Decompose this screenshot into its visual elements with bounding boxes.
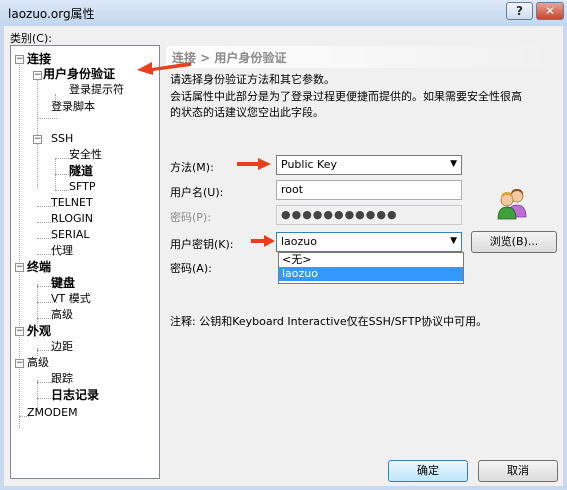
chevron-down-icon: ▼ <box>450 159 457 169</box>
collapse-icon[interactable]: − <box>33 135 42 144</box>
annotation-arrow-icon <box>237 158 271 170</box>
tree-item-connection[interactable]: 连接 <box>27 52 51 66</box>
tree-item-tunnel[interactable]: 隧道 <box>69 164 93 178</box>
browse-button[interactable]: 浏览(B)... <box>471 231 557 253</box>
tree-item-advanced[interactable]: 高级 <box>27 356 49 370</box>
tree-item-trace[interactable]: 跟踪 <box>51 372 73 386</box>
collapse-icon[interactable]: − <box>33 71 42 80</box>
tree-item-sftp[interactable]: SFTP <box>69 180 95 194</box>
tree-line <box>55 158 69 159</box>
collapse-icon[interactable]: − <box>15 263 24 272</box>
dialog-body: 类别(C): − − − − − − 连接 用户身份验证 登录提示符 登录脚本 … <box>4 26 563 486</box>
tree-line <box>37 118 57 119</box>
annotation-arrow-icon <box>137 62 191 75</box>
tree-item-serial[interactable]: SERIAL <box>51 228 89 242</box>
panel-description: 的状态的话建议您空出此字段。 <box>170 106 324 119</box>
window-title: laozuo.org属性 <box>8 7 95 21</box>
title-bar: laozuo.org属性 ? ✕ <box>0 0 567 26</box>
dropdown-option-laozuo[interactable]: laozuo <box>279 267 463 281</box>
tree-item-login-script[interactable]: 登录脚本 <box>51 100 95 114</box>
dropdown-option-none[interactable]: <无> <box>279 253 463 267</box>
collapse-icon[interactable]: − <box>15 55 24 64</box>
tree-item-telnet[interactable]: TELNET <box>51 196 93 210</box>
password-field[interactable]: ●●●●●●●●●●● <box>276 205 462 225</box>
panel-description: 会话属性中此部分是为了登录过程更便捷而提供的。如果需要安全性很高 <box>170 90 522 103</box>
tree-item-proxy[interactable]: 代理 <box>51 244 73 258</box>
tree-line <box>37 79 38 187</box>
tree-line <box>37 284 38 328</box>
collapse-icon[interactable]: − <box>15 359 24 368</box>
tree-item-logging[interactable]: 日志记录 <box>51 388 99 402</box>
panel-description: 请选择身份验证方法和其它参数。 <box>170 73 335 86</box>
tree-item-zmodem[interactable]: ZMODEM <box>27 406 78 420</box>
username-field[interactable]: root <box>276 180 462 200</box>
password-label: 密码(P): <box>170 211 211 224</box>
userkey-select[interactable]: laozuo ▼ <box>276 232 462 252</box>
tree-line <box>19 60 20 428</box>
tree-item-margins[interactable]: 边距 <box>51 340 73 354</box>
tree-item-login-prompts[interactable]: 登录提示符 <box>69 83 124 97</box>
help-icon: ? <box>516 4 523 18</box>
help-button[interactable]: ? <box>506 2 533 20</box>
userkey-dropdown[interactable]: <无> laozuo <box>278 252 464 284</box>
breadcrumb: 连接 > 用户身份验证 <box>166 46 558 68</box>
ok-button[interactable]: 确定 <box>388 460 468 482</box>
method-label: 方法(M): <box>170 161 214 174</box>
userkey-label: 用户密钥(K): <box>170 238 234 251</box>
cancel-button[interactable]: 取消 <box>478 460 558 482</box>
tree-item-appearance[interactable]: 外观 <box>27 324 51 338</box>
note-text: 注释: 公钥和Keyboard Interactive仅在SSH/SFTP协议中… <box>170 315 488 328</box>
tree-item-vt-mode[interactable]: VT 模式 <box>51 292 91 306</box>
close-button[interactable]: ✕ <box>536 2 564 20</box>
tree-line <box>55 190 69 191</box>
tree-item-keyboard[interactable]: 键盘 <box>51 276 75 290</box>
method-value: Public Key <box>281 158 337 171</box>
passphrase-label: 密码(A): <box>170 262 212 275</box>
annotation-arrow-icon <box>251 235 275 247</box>
tree-item-terminal-advanced[interactable]: 高级 <box>51 308 73 322</box>
category-tree[interactable]: − − − − − − 连接 用户身份验证 登录提示符 登录脚本 SSH 安全性… <box>10 45 160 479</box>
tree-item-rlogin[interactable]: RLOGIN <box>51 212 93 226</box>
chevron-down-icon: ▼ <box>450 236 457 246</box>
tree-line <box>55 174 69 175</box>
username-label: 用户名(U): <box>170 186 224 199</box>
tree-item-ssh[interactable]: SSH <box>51 132 73 146</box>
tree-item-terminal[interactable]: 终端 <box>27 260 51 274</box>
method-select[interactable]: Public Key ▼ <box>276 155 462 175</box>
close-icon: ✕ <box>544 4 556 18</box>
userkey-value: laozuo <box>281 235 318 248</box>
tree-item-user-auth[interactable]: 用户身份验证 <box>43 67 116 81</box>
users-icon <box>497 189 527 220</box>
collapse-icon[interactable]: − <box>15 327 24 336</box>
category-label: 类别(C): <box>10 32 52 45</box>
tree-item-security[interactable]: 安全性 <box>69 148 102 162</box>
